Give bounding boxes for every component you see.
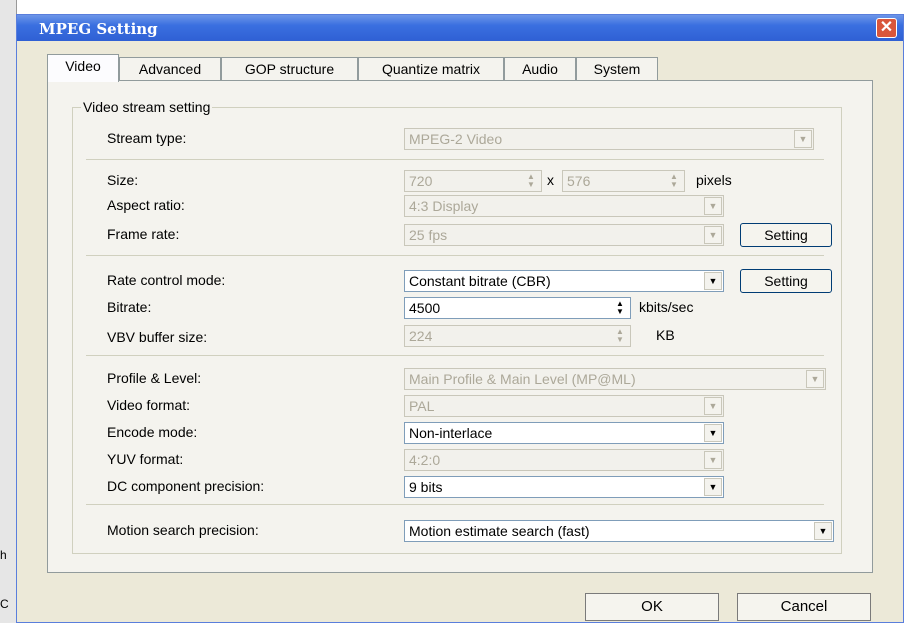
bitrate-label: Bitrate: [107,299,152,315]
background-window-strip: h C [0,0,17,623]
chevron-down-icon: ▼ [704,397,722,415]
video-format-value: PAL [409,398,435,414]
frame-rate-select[interactable]: 25 fps ▼ [404,224,724,246]
tab-advanced[interactable]: Advanced [119,57,221,80]
yuv-format-label: YUV format: [107,451,184,467]
close-icon: ✕ [879,19,894,36]
background-text-fragment: h [0,548,7,562]
separator [86,255,824,256]
chevron-down-icon: ▼ [704,272,722,290]
vbv-buffer-size-spinner[interactable]: 224 ▲ ▼ [404,325,631,347]
group-title: Video stream setting [81,99,213,115]
size-label: Size: [107,172,139,188]
profile-level-label: Profile & Level: [107,370,202,386]
aspect-ratio-value: 4:3 Display [409,198,479,214]
stream-type-select[interactable]: MPEG-2 Video ▼ [404,128,814,150]
motion-search-value: Motion estimate search (fast) [409,523,590,539]
encode-mode-label: Encode mode: [107,424,198,440]
spin-down-icon: ▼ [527,180,535,189]
bitrate-unit: kbits/sec [639,299,694,315]
rate-control-mode-value: Constant bitrate (CBR) [409,273,551,289]
chevron-down-icon: ▼ [704,197,722,215]
tab-quantize-matrix[interactable]: Quantize matrix [358,57,504,80]
spin-arrows-icon: ▲ ▼ [612,328,628,344]
rate-control-mode-select[interactable]: Constant bitrate (CBR) ▼ [404,270,724,292]
background-text-fragment: C [0,597,9,611]
tab-gop-structure[interactable]: GOP structure [221,57,358,80]
frame-rate-label: Frame rate: [107,226,180,242]
encode-mode-value: Non-interlace [409,425,493,441]
profile-level-select[interactable]: Main Profile & Main Level (MP@ML) ▼ [404,368,826,390]
dc-precision-label: DC component precision: [107,478,265,494]
bitrate-value: 4500 [409,300,441,316]
aspect-ratio-label: Aspect ratio: [107,197,185,213]
spin-down-icon: ▼ [616,307,624,316]
separator [86,159,824,160]
encode-mode-select[interactable]: Non-interlace ▼ [404,422,724,444]
spin-arrows-icon: ▲ ▼ [523,173,539,189]
dc-precision-select[interactable]: 9 bits ▼ [404,476,724,498]
stream-type-value: MPEG-2 Video [409,131,503,147]
dc-precision-value: 9 bits [409,479,443,495]
motion-search-label: Motion search precision: [107,522,259,538]
ok-button[interactable]: OK [585,593,719,621]
spin-arrows-icon: ▲ ▼ [666,173,682,189]
title-bar[interactable]: MPEG Setting ✕ [17,15,903,41]
video-format-label: Video format: [107,397,191,413]
frame-rate-value: 25 fps [409,227,448,243]
height-spinner[interactable]: 576 ▲ ▼ [562,170,685,192]
video-format-select[interactable]: PAL ▼ [404,395,724,417]
video-stream-setting-group: Video stream setting Stream type: MPEG-2… [72,99,842,554]
separator [86,504,824,505]
vbv-buffer-size-value: 224 [409,328,433,344]
width-value: 720 [409,173,433,189]
chevron-down-icon: ▼ [704,226,722,244]
height-value: 576 [567,173,591,189]
close-button[interactable]: ✕ [876,18,897,38]
width-spinner[interactable]: 720 ▲ ▼ [404,170,542,192]
tab-audio[interactable]: Audio [504,57,576,80]
bitrate-spinner[interactable]: 4500 ▲ ▼ [404,297,631,319]
video-tab-panel: Video stream setting Stream type: MPEG-2… [47,80,873,573]
chevron-down-icon: ▼ [704,424,722,442]
tab-video[interactable]: Video [47,54,119,82]
chevron-down-icon: ▼ [794,130,812,148]
vbv-buffer-size-label: VBV buffer size: [107,329,208,345]
aspect-ratio-select[interactable]: 4:3 Display ▼ [404,195,724,217]
spin-down-icon: ▼ [616,335,624,344]
size-unit: pixels [696,172,732,188]
tab-system[interactable]: System [576,57,658,80]
profile-level-value: Main Profile & Main Level (MP@ML) [409,371,636,387]
mpeg-setting-dialog: MPEG Setting ✕ Video Advanced GOP struct… [16,14,904,623]
dialog-title: MPEG Setting [39,20,158,38]
cancel-button[interactable]: Cancel [737,593,871,621]
chevron-down-icon: ▼ [806,370,824,388]
vbv-unit: KB [656,327,675,343]
motion-search-select[interactable]: Motion estimate search (fast) ▼ [404,520,834,542]
frame-rate-setting-button[interactable]: Setting [740,223,832,247]
spin-down-icon: ▼ [670,180,678,189]
rate-control-setting-button[interactable]: Setting [740,269,832,293]
stream-type-label: Stream type: [107,130,187,146]
chevron-down-icon: ▼ [814,522,832,540]
size-separator: x [547,172,554,188]
spin-arrows-icon: ▲ ▼ [612,300,628,316]
chevron-down-icon: ▼ [704,451,722,469]
chevron-down-icon: ▼ [704,478,722,496]
yuv-format-select[interactable]: 4:2:0 ▼ [404,449,724,471]
separator [86,355,824,356]
rate-control-mode-label: Rate control mode: [107,272,226,288]
yuv-format-value: 4:2:0 [409,452,441,468]
